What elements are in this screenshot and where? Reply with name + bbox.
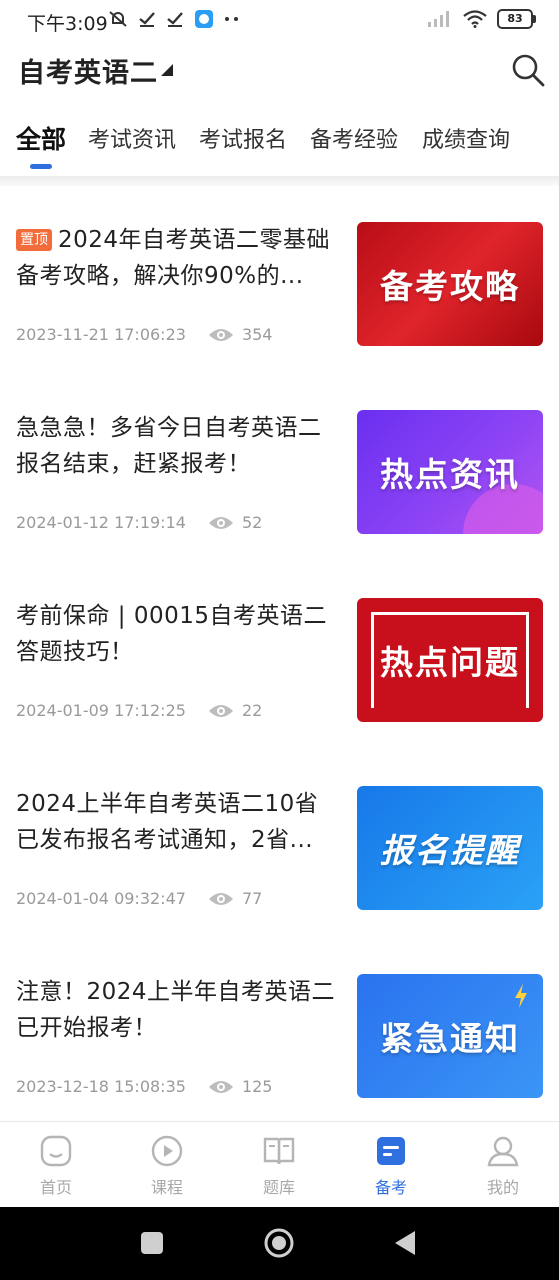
status-time: 下午3:09 — [27, 13, 108, 35]
article-date: 2023-11-21 17:06:23 — [16, 325, 186, 344]
check-icon — [167, 12, 183, 27]
article-item[interactable]: 急急急！多省今日自考英语二报名结束，赶紧报考！ 2024-01-12 17:19… — [0, 410, 559, 575]
play-icon — [151, 1135, 183, 1167]
tab-exam-news[interactable]: 考试资讯 — [88, 122, 176, 154]
thumbnail-text: 热点问题 — [380, 643, 520, 682]
article-date: 2024-01-04 09:32:47 — [16, 889, 186, 908]
home-button[interactable] — [263, 1227, 295, 1259]
mute-icon — [109, 11, 127, 27]
home-icon — [40, 1135, 72, 1167]
nav-courses[interactable]: 课程 — [132, 1134, 202, 1198]
check-icon — [139, 12, 155, 27]
lightning-icon — [515, 984, 527, 1008]
eye-icon — [208, 704, 233, 717]
article-views: 77 — [241, 889, 263, 908]
article-title: 考前保命 | 00015自考英语二答题技巧！ — [16, 603, 328, 665]
article-title: 急急急！多省今日自考英语二报名结束，赶紧报考！ — [16, 415, 322, 477]
recents-button[interactable] — [140, 1231, 164, 1255]
article-meta: 2024-01-12 17:19:14 52 — [16, 513, 262, 532]
article-meta: 2023-12-18 15:08:35 125 — [16, 1077, 272, 1096]
thumbnail-text: 热点资讯 — [380, 455, 520, 494]
pinned-badge: 置顶 — [16, 229, 52, 251]
article-views: 22 — [241, 701, 263, 720]
article-thumbnail: 报名提醒 — [357, 786, 543, 910]
eye-icon — [208, 892, 233, 905]
tab-all[interactable]: 全部 — [16, 120, 66, 156]
article-views: 52 — [241, 513, 263, 532]
nav-label: 备考 — [374, 1178, 407, 1197]
more-dots-icon — [225, 17, 238, 21]
article-date: 2023-12-18 15:08:35 — [16, 1077, 186, 1096]
app-notification-icon — [195, 10, 213, 28]
article-meta: 2023-11-21 17:06:23 354 — [16, 325, 272, 344]
article-item[interactable]: 置顶 2024年自考英语二零基础备考攻略，解决你90%的... 2023-11-2… — [0, 222, 559, 387]
active-tab-indicator — [30, 164, 52, 169]
nav-label: 我的 — [486, 1178, 519, 1197]
article-item[interactable]: 注意！2024上半年自考英语二已开始报考！ 2023-12-18 15:08:3… — [0, 974, 559, 1139]
nav-label: 首页 — [39, 1178, 72, 1197]
category-tabs: 全部 考试资讯 考试报名 备考经验 成绩查询 — [0, 118, 559, 172]
article-title: 2024上半年自考英语二10省已发布报名考试通知，2省... — [16, 791, 319, 853]
article-thumbnail: 紧急通知 — [357, 974, 543, 1098]
caret-down-icon[interactable] — [160, 63, 174, 77]
nav-label: 课程 — [150, 1178, 183, 1197]
article-thumbnail: 热点问题 — [357, 598, 543, 722]
article-thumbnail: 热点资讯 — [357, 410, 543, 534]
bottom-navigation: 首页 课程 题库 备考 我的 — [0, 1121, 559, 1208]
article-views: 354 — [241, 325, 273, 344]
nav-home[interactable]: 首页 — [21, 1134, 91, 1198]
article-title: 2024年自考英语二零基础备考攻略，解决你90%的... — [16, 227, 331, 289]
article-meta: 2024-01-09 17:12:25 22 — [16, 701, 262, 720]
tab-score-query[interactable]: 成绩查询 — [422, 122, 510, 154]
back-button[interactable] — [393, 1229, 417, 1257]
article-title: 注意！2024上半年自考英语二已开始报考！ — [16, 979, 336, 1041]
status-bar: 下午3:09 83 — [0, 0, 559, 42]
article-views: 125 — [241, 1077, 273, 1096]
battery-level: 83 — [507, 12, 523, 25]
thumbnail-text: 报名提醒 — [380, 831, 520, 870]
tab-exam-registration[interactable]: 考试报名 — [199, 122, 287, 154]
nav-label: 题库 — [262, 1178, 295, 1197]
profile-icon — [487, 1136, 519, 1167]
search-icon[interactable] — [510, 52, 546, 88]
signal-icon — [428, 11, 449, 27]
eye-icon — [208, 516, 233, 529]
nav-profile[interactable]: 我的 — [468, 1134, 538, 1198]
thumbnail-text: 备考攻略 — [380, 267, 520, 306]
app-header: 自考英语二 — [0, 42, 559, 97]
wifi-icon — [463, 10, 487, 28]
thumbnail-text: 紧急通知 — [380, 1019, 520, 1058]
page-title[interactable]: 自考英语二 — [18, 51, 158, 90]
article-date: 2024-01-12 17:19:14 — [16, 513, 186, 532]
eye-icon — [208, 328, 233, 341]
article-thumbnail: 备考攻略 — [357, 222, 543, 346]
system-navigation-bar — [0, 1207, 559, 1280]
article-item[interactable]: 2024上半年自考英语二10省已发布报名考试通知，2省... 2024-01-0… — [0, 786, 559, 951]
tab-prep-experience[interactable]: 备考经验 — [310, 122, 398, 154]
book-icon — [263, 1137, 295, 1165]
nav-exam-prep[interactable]: 备考 — [356, 1134, 426, 1198]
eye-icon — [208, 1080, 233, 1093]
battery-icon: 83 — [497, 9, 536, 29]
article-meta: 2024-01-04 09:32:47 77 — [16, 889, 262, 908]
article-item[interactable]: 考前保命 | 00015自考英语二答题技巧！ 2024-01-09 17:12:… — [0, 598, 559, 763]
prep-icon — [377, 1137, 405, 1165]
divider — [0, 176, 559, 186]
nav-question-bank[interactable]: 题库 — [244, 1134, 314, 1198]
article-date: 2024-01-09 17:12:25 — [16, 701, 186, 720]
